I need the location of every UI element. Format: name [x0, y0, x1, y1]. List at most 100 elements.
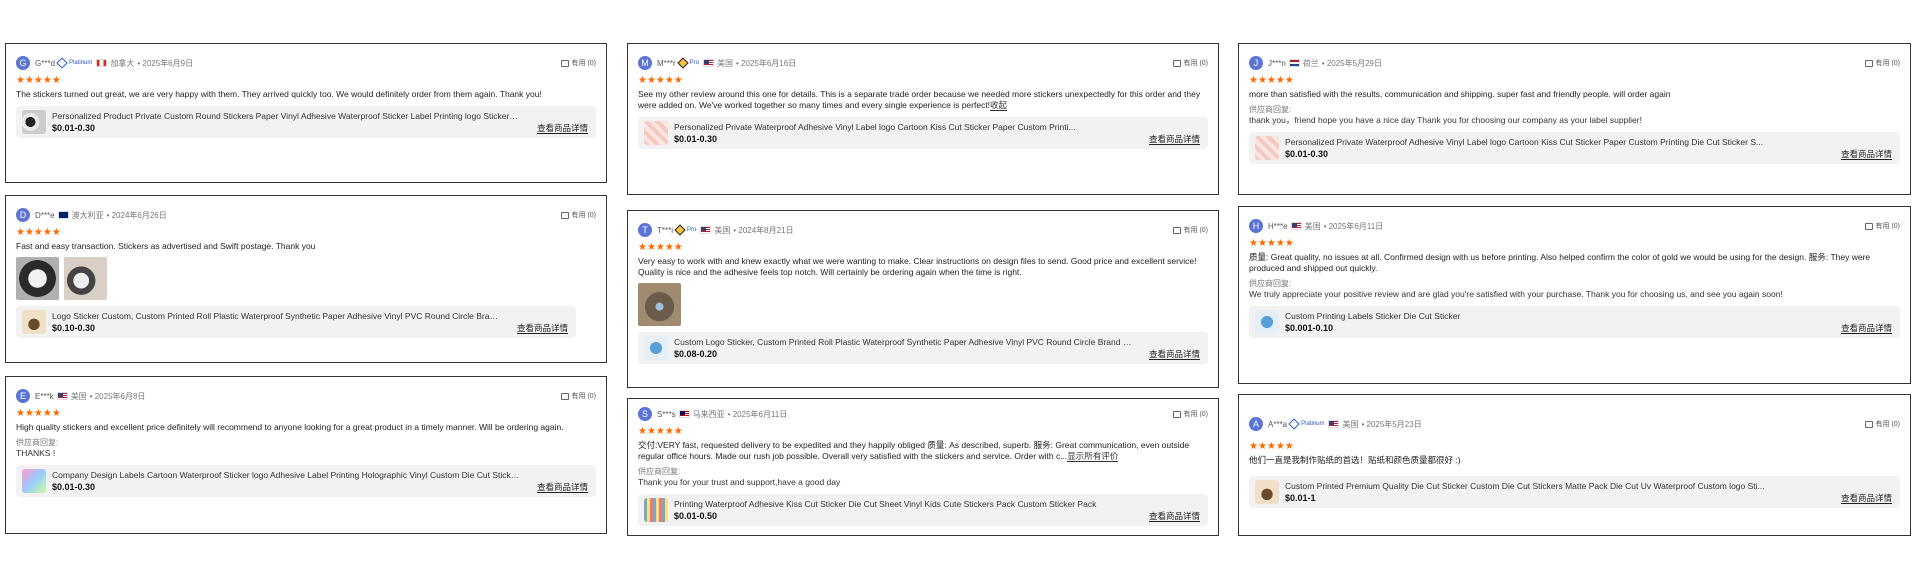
product-card[interactable]: Custom Logo Sticker, Custom Printed Roll…	[638, 332, 1208, 364]
product-title: Custom Printing Labels Sticker Die Cut S…	[1285, 311, 1461, 321]
review-photo[interactable]	[16, 257, 59, 300]
review-card: T T***i Pro 美国 • 2024年8月21日 有用 (0) ★★★★★…	[627, 210, 1219, 388]
review-header: G G***d Platinum 加拿大 • 2025年6月9日 有用 (0)	[16, 54, 596, 72]
helpful-button[interactable]: 有用 (0)	[560, 391, 596, 401]
view-product-details-link[interactable]: 查看商品详情	[1840, 493, 1892, 504]
helpful-button[interactable]: 有用 (0)	[560, 58, 596, 68]
supplier-reply: thank you，friend hope you have a nice da…	[1249, 115, 1642, 125]
product-card[interactable]: Printing Waterproof Adhesive Kiss Cut St…	[638, 494, 1208, 526]
product-card[interactable]: Custom Printing Labels Sticker Die Cut S…	[1249, 306, 1900, 338]
view-product-details-link[interactable]: 查看商品详情	[1148, 511, 1200, 522]
collapse-link[interactable]: 收起	[990, 100, 1008, 111]
canada-flag-icon	[96, 59, 108, 67]
product-price: $0.10-0.30	[52, 323, 96, 333]
product-thumbnail	[644, 121, 668, 145]
supplier-reply-label: 供应商回复:	[1249, 105, 1292, 114]
helpful-button[interactable]: 有用 (0)	[1172, 58, 1208, 68]
review-card: J J***n 荷兰 • 2025年5月29日 有用 (0) ★★★★★ mor…	[1238, 43, 1911, 195]
reviewer-name: G***d	[35, 58, 56, 68]
review-date: • 2025年6月16日	[736, 58, 797, 68]
star-rating: ★★★★★	[1249, 441, 1294, 452]
thumbs-up-icon	[560, 211, 569, 219]
product-card[interactable]: Custom Printed Premium Quality Die Cut S…	[1249, 476, 1900, 508]
product-thumbnail	[644, 498, 668, 522]
product-card[interactable]: Personalized Product Private Custom Roun…	[16, 106, 596, 138]
helpful-button[interactable]: 有用 (0)	[1864, 221, 1900, 231]
supplier-reply-label: 供应商回复:	[16, 438, 59, 447]
reviewer-country: 加拿大	[110, 58, 135, 68]
reviewer-name: S***s	[657, 409, 676, 419]
diamond-icon	[677, 57, 689, 69]
review-text: The stickers turned out great, we are ve…	[16, 89, 542, 99]
product-price: $0.001-0.10	[1285, 323, 1334, 333]
helpful-button[interactable]: 有用 (0)	[1864, 419, 1900, 429]
diamond-icon	[1288, 418, 1300, 430]
reviewer-name: T***i	[657, 225, 674, 235]
product-thumbnail	[22, 110, 46, 134]
product-thumbnail	[1255, 480, 1279, 504]
reviewer-country: 美国	[714, 225, 731, 235]
show-all-reviews-link[interactable]: 显示所有评价	[1067, 451, 1119, 462]
reviewer-name: H***e	[1268, 221, 1288, 231]
usa-flag-icon	[1328, 420, 1340, 428]
star-rating: ★★★★★	[1249, 75, 1294, 86]
platinum-badge: Platinum	[1288, 418, 1324, 430]
review-photo[interactable]	[64, 257, 107, 300]
review-text: 质量: Great quality, no issues at all. Con…	[1249, 252, 1871, 273]
view-product-details-link[interactable]: 查看商品详情	[536, 482, 588, 493]
product-price: $0.08-0.20	[674, 349, 718, 359]
review-card: S S***s 马来西亚 • 2025年6月11日 有用 (0) ★★★★★ 交…	[627, 398, 1219, 536]
usa-flag-icon	[56, 392, 68, 400]
view-product-details-link[interactable]: 查看商品详情	[516, 323, 568, 334]
view-product-details-link[interactable]: 查看商品详情	[1148, 349, 1200, 360]
review-photo[interactable]	[638, 283, 681, 326]
supplier-reply: We truly appreciate your positive review…	[1249, 289, 1783, 299]
avatar: E	[16, 389, 30, 403]
product-price: $0.01-0.30	[52, 123, 96, 133]
product-thumbnail	[1255, 136, 1279, 160]
product-title: Logo Sticker Custom, Custom Printed Roll…	[52, 311, 536, 321]
malaysia-flag-icon	[678, 410, 690, 418]
product-card[interactable]: Personalized Private Waterproof Adhesive…	[638, 117, 1208, 149]
diamond-icon	[56, 57, 68, 69]
review-text: Very easy to work with and knew exactly …	[638, 256, 1197, 277]
reviewer-country: 美国	[1342, 419, 1359, 429]
helpful-button[interactable]: 有用 (0)	[560, 210, 596, 220]
review-card: E E***k 美国 • 2025年6月8日 有用 (0) ★★★★★ High…	[5, 376, 607, 534]
review-header: T T***i Pro 美国 • 2024年8月21日 有用 (0)	[638, 221, 1208, 239]
review-header: H H***e 美国 • 2025年6月11日 有用 (0)	[1249, 217, 1900, 235]
star-rating: ★★★★★	[638, 426, 683, 437]
avatar: G	[16, 56, 30, 70]
view-product-details-link[interactable]: 查看商品详情	[1840, 149, 1892, 160]
avatar: J	[1249, 56, 1263, 70]
view-product-details-link[interactable]: 查看商品详情	[1148, 134, 1200, 145]
thumbs-up-icon	[1864, 222, 1873, 230]
avatar: S	[638, 407, 652, 421]
product-card[interactable]: Logo Sticker Custom, Custom Printed Roll…	[16, 306, 576, 338]
thumbs-up-icon	[1864, 59, 1873, 67]
diamond-icon	[674, 224, 686, 236]
review-date: • 2025年6月11日	[727, 409, 788, 419]
reviews-grid: G G***d Platinum 加拿大 • 2025年6月9日 有用 (0) …	[0, 0, 1920, 578]
review-date: • 2025年6月9日	[137, 58, 194, 68]
review-header: S S***s 马来西亚 • 2025年6月11日 有用 (0)	[638, 405, 1208, 423]
thumbs-up-icon	[560, 392, 569, 400]
review-card: A A***a Platinum 美国 • 2025年5月23日 有用 (0) …	[1238, 394, 1911, 536]
review-header: M M***r Pro 美国 • 2025年6月16日 有用 (0)	[638, 54, 1208, 72]
avatar: A	[1249, 417, 1263, 431]
pro-badge: Pro	[674, 224, 696, 236]
avatar: D	[16, 208, 30, 222]
thumbs-up-icon	[1172, 59, 1181, 67]
product-price: $0.01-0.30	[1285, 149, 1329, 159]
helpful-button[interactable]: 有用 (0)	[1172, 409, 1208, 419]
view-product-details-link[interactable]: 查看商品详情	[1840, 323, 1892, 334]
product-title: Company Design Labels Cartoon Waterproof…	[52, 470, 534, 480]
review-card: H H***e 美国 • 2025年6月11日 有用 (0) ★★★★★ 质量:…	[1238, 206, 1911, 384]
supplier-reply: THANKS !	[16, 448, 56, 458]
product-card[interactable]: Personalized Private Waterproof Adhesive…	[1249, 132, 1900, 164]
helpful-button[interactable]: 有用 (0)	[1172, 225, 1208, 235]
view-product-details-link[interactable]: 查看商品详情	[536, 123, 588, 134]
product-card[interactable]: Company Design Labels Cartoon Waterproof…	[16, 465, 596, 497]
product-title: Personalized Product Private Custom Roun…	[52, 111, 527, 121]
helpful-button[interactable]: 有用 (0)	[1864, 58, 1900, 68]
